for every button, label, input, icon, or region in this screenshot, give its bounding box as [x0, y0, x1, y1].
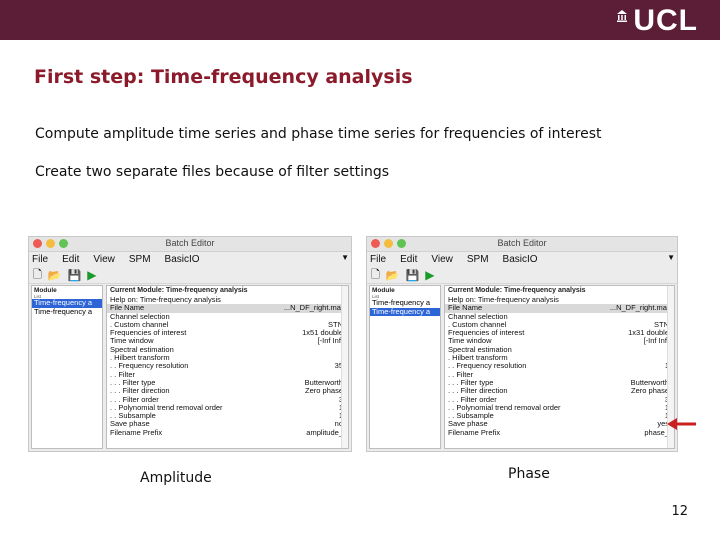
batch-editor-phase-window: Batch Editor File Edit View SPM BasicIO … [366, 236, 678, 452]
setting-row[interactable]: . . Frequency resolution 35 [107, 362, 348, 371]
bullet-1: Compute amplitude time series and phase … [35, 126, 602, 142]
window-titlebar[interactable]: Batch Editor [367, 237, 677, 252]
menu-file[interactable]: File [370, 254, 386, 265]
module-list-pane: Module List Time-frequency a Time-freque… [369, 285, 441, 449]
red-arrow-icon [667, 418, 696, 430]
chevron-down-icon[interactable]: ▼ [667, 253, 675, 262]
menu-view[interactable]: View [431, 254, 453, 265]
open-folder-icon[interactable]: 📂 [386, 269, 400, 282]
setting-value: amplitude_ [306, 427, 343, 437]
batch-editor-amplitude-window: Batch Editor File Edit View SPM BasicIO … [28, 236, 352, 452]
header-banner: UCL [0, 0, 720, 40]
setting-label: Filename Prefix [110, 427, 163, 437]
new-file-icon[interactable]: 🗋 [371, 266, 380, 285]
caption-amplitude: Amplitude [140, 470, 212, 486]
save-icon[interactable]: 💾 [68, 269, 82, 282]
menu-edit[interactable]: Edit [400, 254, 417, 265]
module-item[interactable]: Time-frequency a [370, 299, 440, 308]
slide-title: First step: Time-frequency analysis [34, 66, 413, 88]
menu-basicio[interactable]: BasicIO [165, 254, 200, 265]
setting-label: Filename Prefix [448, 427, 501, 437]
run-play-icon[interactable]: ▶ [425, 268, 434, 282]
module-item[interactable]: Time-frequency a [370, 307, 440, 316]
setting-value: ...N_DF_right.mat [283, 303, 343, 313]
setting-row[interactable]: Filename Prefix phase_ [445, 427, 674, 437]
module-header: Module [34, 287, 57, 294]
save-icon[interactable]: 💾 [406, 269, 420, 282]
toolbar: 🗋 📂 💾 ▶ [29, 267, 351, 284]
setting-value: ...N_DF_right.mat [609, 303, 669, 313]
menu-file[interactable]: File [32, 254, 48, 265]
caption-phase: Phase [508, 466, 550, 482]
menu-spm[interactable]: SPM [467, 254, 489, 265]
setting-row[interactable]: . . Frequency resolution1 [445, 362, 674, 371]
new-file-icon[interactable]: 🗋 [33, 266, 42, 285]
current-module-pane: Current Module: Time-frequency analysis … [106, 285, 349, 449]
open-folder-icon[interactable]: 📂 [48, 269, 62, 282]
chevron-down-icon[interactable]: ▼ [341, 253, 349, 262]
menu-bar: File Edit View SPM BasicIO ▼ [367, 252, 677, 267]
menu-edit[interactable]: Edit [62, 254, 79, 265]
menu-bar: File Edit View SPM BasicIO ▼ [29, 252, 351, 267]
run-play-icon[interactable]: ▶ [87, 268, 96, 282]
window-titlebar[interactable]: Batch Editor [29, 237, 351, 252]
module-item[interactable]: Time-frequency a [32, 299, 102, 308]
current-module-pane: Current Module: Time-frequency analysis … [444, 285, 675, 449]
scrollbar[interactable] [341, 286, 348, 448]
menu-view[interactable]: View [93, 254, 115, 265]
menu-spm[interactable]: SPM [129, 254, 151, 265]
logo-text: UCL [633, 4, 698, 37]
module-item[interactable]: Time-frequency a [32, 308, 102, 317]
module-list-pane: Module List Time-frequency a Time-freque… [31, 285, 103, 449]
window-title: Batch Editor [497, 238, 547, 248]
window-title: Batch Editor [165, 238, 215, 248]
ucl-logo: UCL [617, 4, 698, 37]
portico-icon [617, 10, 628, 22]
menu-basicio[interactable]: BasicIO [503, 254, 538, 265]
toolbar: 🗋 📂 💾 ▶ [367, 267, 677, 284]
setting-row[interactable]: Filename Prefix amplitude_ [107, 427, 348, 437]
bullet-2: Create two separate files because of fil… [35, 164, 390, 180]
module-header: Module [372, 287, 395, 294]
page-number: 12 [671, 504, 688, 519]
